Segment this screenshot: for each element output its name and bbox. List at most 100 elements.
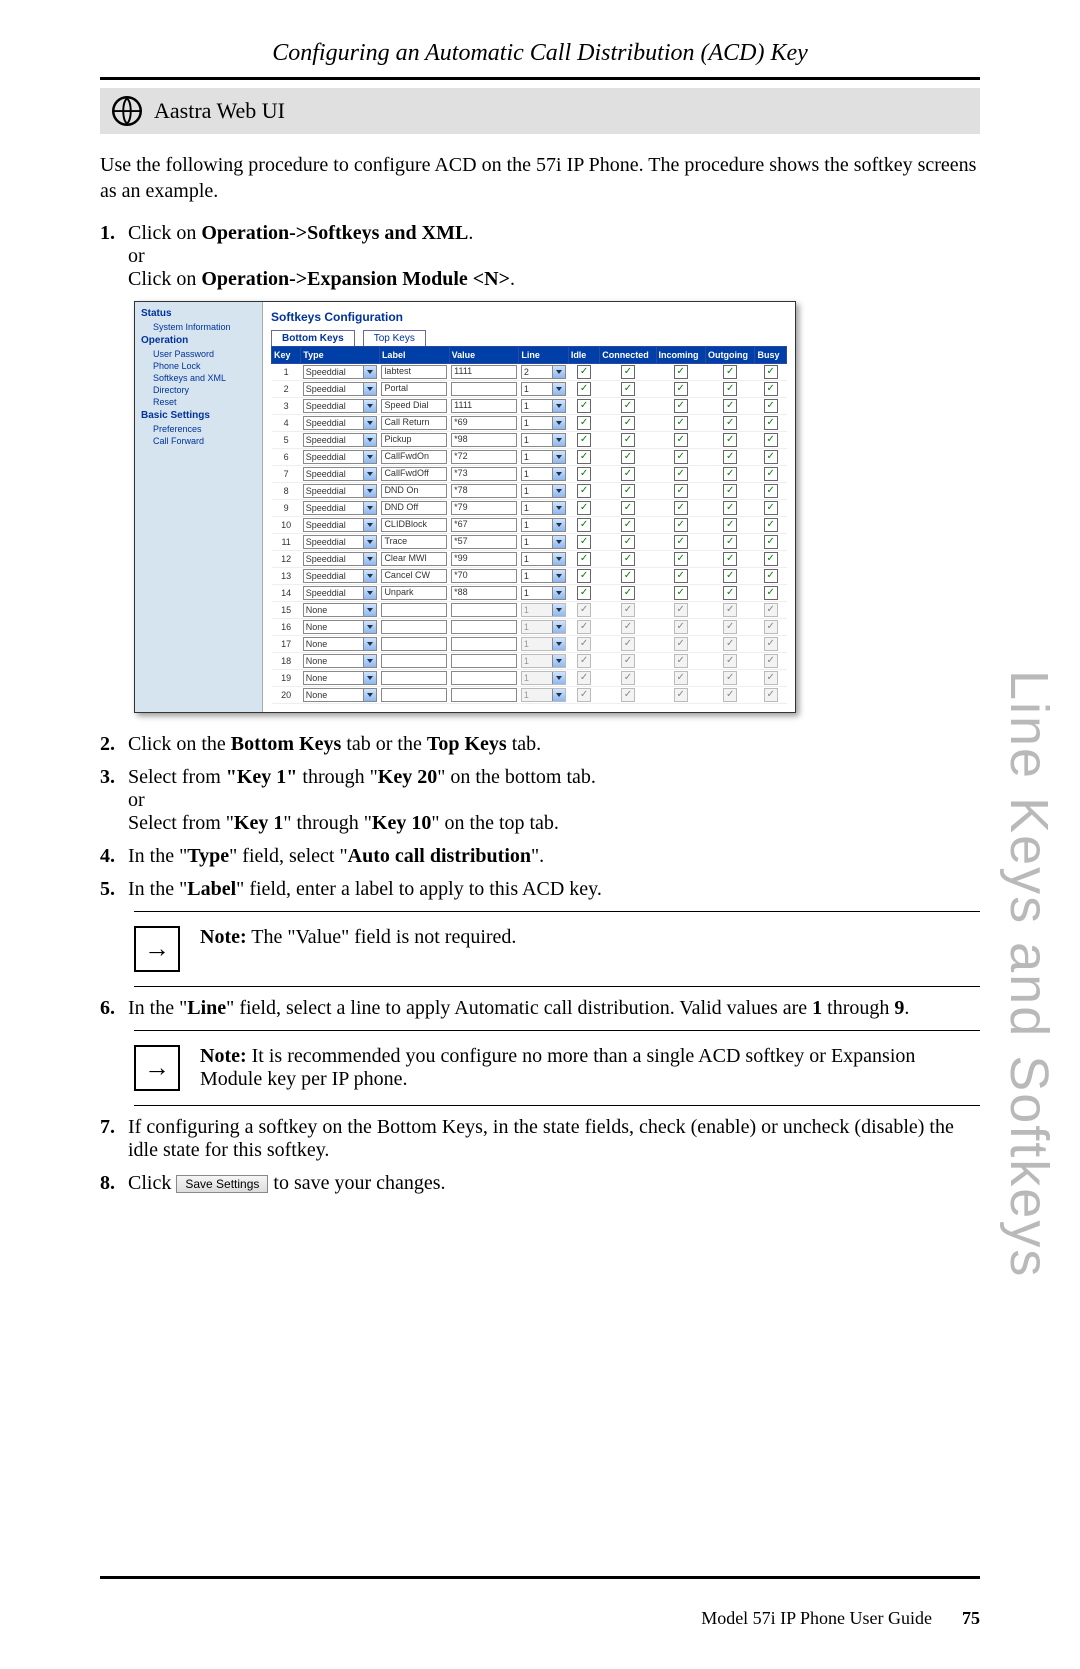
type-select[interactable]: Speeddial bbox=[303, 552, 378, 566]
type-select[interactable]: None bbox=[303, 637, 378, 651]
connected-checkbox[interactable] bbox=[621, 552, 635, 566]
value-input[interactable]: 1111 bbox=[451, 399, 517, 413]
type-select[interactable]: Speeddial bbox=[303, 382, 378, 396]
busy-checkbox[interactable] bbox=[764, 535, 778, 549]
sidebar-item[interactable]: Reset bbox=[135, 396, 262, 408]
idle-checkbox[interactable] bbox=[577, 382, 591, 396]
busy-checkbox[interactable] bbox=[764, 552, 778, 566]
idle-checkbox[interactable] bbox=[577, 518, 591, 532]
type-select[interactable]: None bbox=[303, 603, 378, 617]
idle-checkbox[interactable] bbox=[577, 484, 591, 498]
connected-checkbox[interactable] bbox=[621, 433, 635, 447]
busy-checkbox[interactable] bbox=[764, 433, 778, 447]
tab-bottom-keys[interactable]: Bottom Keys bbox=[271, 330, 355, 346]
outgoing-checkbox[interactable] bbox=[723, 484, 737, 498]
outgoing-checkbox[interactable] bbox=[723, 535, 737, 549]
connected-checkbox[interactable] bbox=[621, 535, 635, 549]
incoming-checkbox[interactable] bbox=[674, 484, 688, 498]
line-select[interactable]: 1 bbox=[521, 569, 566, 583]
label-input[interactable]: labtest bbox=[381, 365, 447, 379]
line-select[interactable]: 1 bbox=[521, 467, 566, 481]
outgoing-checkbox[interactable] bbox=[723, 382, 737, 396]
busy-checkbox[interactable] bbox=[764, 467, 778, 481]
outgoing-checkbox[interactable] bbox=[723, 433, 737, 447]
line-select[interactable]: 1 bbox=[521, 535, 566, 549]
incoming-checkbox[interactable] bbox=[674, 518, 688, 532]
label-input[interactable]: Call Return bbox=[381, 416, 447, 430]
idle-checkbox[interactable] bbox=[577, 569, 591, 583]
idle-checkbox[interactable] bbox=[577, 416, 591, 430]
label-input[interactable]: CallFwdOff bbox=[381, 467, 447, 481]
idle-checkbox[interactable] bbox=[577, 586, 591, 600]
outgoing-checkbox[interactable] bbox=[723, 586, 737, 600]
value-input[interactable]: *57 bbox=[451, 535, 517, 549]
type-select[interactable]: Speeddial bbox=[303, 433, 378, 447]
busy-checkbox[interactable] bbox=[764, 586, 778, 600]
line-select[interactable]: 1 bbox=[521, 518, 566, 532]
label-input[interactable]: Clear MWI bbox=[381, 552, 447, 566]
line-select[interactable]: 1 bbox=[521, 416, 566, 430]
incoming-checkbox[interactable] bbox=[674, 535, 688, 549]
value-input[interactable] bbox=[451, 382, 517, 396]
type-select[interactable]: Speeddial bbox=[303, 569, 378, 583]
value-input[interactable]: 1111 bbox=[451, 365, 517, 379]
outgoing-checkbox[interactable] bbox=[723, 467, 737, 481]
connected-checkbox[interactable] bbox=[621, 365, 635, 379]
value-input[interactable]: *69 bbox=[451, 416, 517, 430]
label-input[interactable]: Unpark bbox=[381, 586, 447, 600]
label-input[interactable]: CLIDBlock bbox=[381, 518, 447, 532]
connected-checkbox[interactable] bbox=[621, 586, 635, 600]
connected-checkbox[interactable] bbox=[621, 501, 635, 515]
line-select[interactable]: 1 bbox=[521, 586, 566, 600]
type-select[interactable]: Speeddial bbox=[303, 416, 378, 430]
sidebar-item[interactable]: Preferences bbox=[135, 423, 262, 435]
outgoing-checkbox[interactable] bbox=[723, 416, 737, 430]
busy-checkbox[interactable] bbox=[764, 416, 778, 430]
connected-checkbox[interactable] bbox=[621, 399, 635, 413]
connected-checkbox[interactable] bbox=[621, 450, 635, 464]
type-select[interactable]: None bbox=[303, 620, 378, 634]
value-input[interactable]: *88 bbox=[451, 586, 517, 600]
connected-checkbox[interactable] bbox=[621, 416, 635, 430]
busy-checkbox[interactable] bbox=[764, 518, 778, 532]
sidebar-item[interactable]: Phone Lock bbox=[135, 360, 262, 372]
line-select[interactable]: 1 bbox=[521, 484, 566, 498]
value-input[interactable]: *78 bbox=[451, 484, 517, 498]
value-input[interactable]: *70 bbox=[451, 569, 517, 583]
connected-checkbox[interactable] bbox=[621, 569, 635, 583]
type-select[interactable]: Speeddial bbox=[303, 535, 378, 549]
incoming-checkbox[interactable] bbox=[674, 365, 688, 379]
type-select[interactable]: None bbox=[303, 654, 378, 668]
incoming-checkbox[interactable] bbox=[674, 399, 688, 413]
sidebar-item[interactable]: User Password bbox=[135, 348, 262, 360]
sidebar-item[interactable]: System Information bbox=[135, 321, 262, 333]
idle-checkbox[interactable] bbox=[577, 450, 591, 464]
type-select[interactable]: Speeddial bbox=[303, 586, 378, 600]
outgoing-checkbox[interactable] bbox=[723, 569, 737, 583]
type-select[interactable]: Speeddial bbox=[303, 365, 378, 379]
sidebar-item[interactable]: Directory bbox=[135, 384, 262, 396]
tab-top-keys[interactable]: Top Keys bbox=[363, 330, 426, 346]
save-settings-button[interactable]: Save Settings bbox=[176, 1175, 268, 1193]
value-input[interactable]: *79 bbox=[451, 501, 517, 515]
line-select[interactable]: 1 bbox=[521, 450, 566, 464]
line-select[interactable]: 1 bbox=[521, 552, 566, 566]
busy-checkbox[interactable] bbox=[764, 569, 778, 583]
line-select[interactable]: 1 bbox=[521, 382, 566, 396]
type-select[interactable]: Speeddial bbox=[303, 501, 378, 515]
connected-checkbox[interactable] bbox=[621, 467, 635, 481]
busy-checkbox[interactable] bbox=[764, 365, 778, 379]
incoming-checkbox[interactable] bbox=[674, 552, 688, 566]
value-input[interactable]: *99 bbox=[451, 552, 517, 566]
busy-checkbox[interactable] bbox=[764, 501, 778, 515]
incoming-checkbox[interactable] bbox=[674, 450, 688, 464]
type-select[interactable]: None bbox=[303, 671, 378, 685]
line-select[interactable]: 1 bbox=[521, 399, 566, 413]
label-input[interactable]: Portal bbox=[381, 382, 447, 396]
value-input[interactable]: *73 bbox=[451, 467, 517, 481]
busy-checkbox[interactable] bbox=[764, 484, 778, 498]
busy-checkbox[interactable] bbox=[764, 399, 778, 413]
busy-checkbox[interactable] bbox=[764, 450, 778, 464]
label-input[interactable]: Speed Dial bbox=[381, 399, 447, 413]
connected-checkbox[interactable] bbox=[621, 382, 635, 396]
